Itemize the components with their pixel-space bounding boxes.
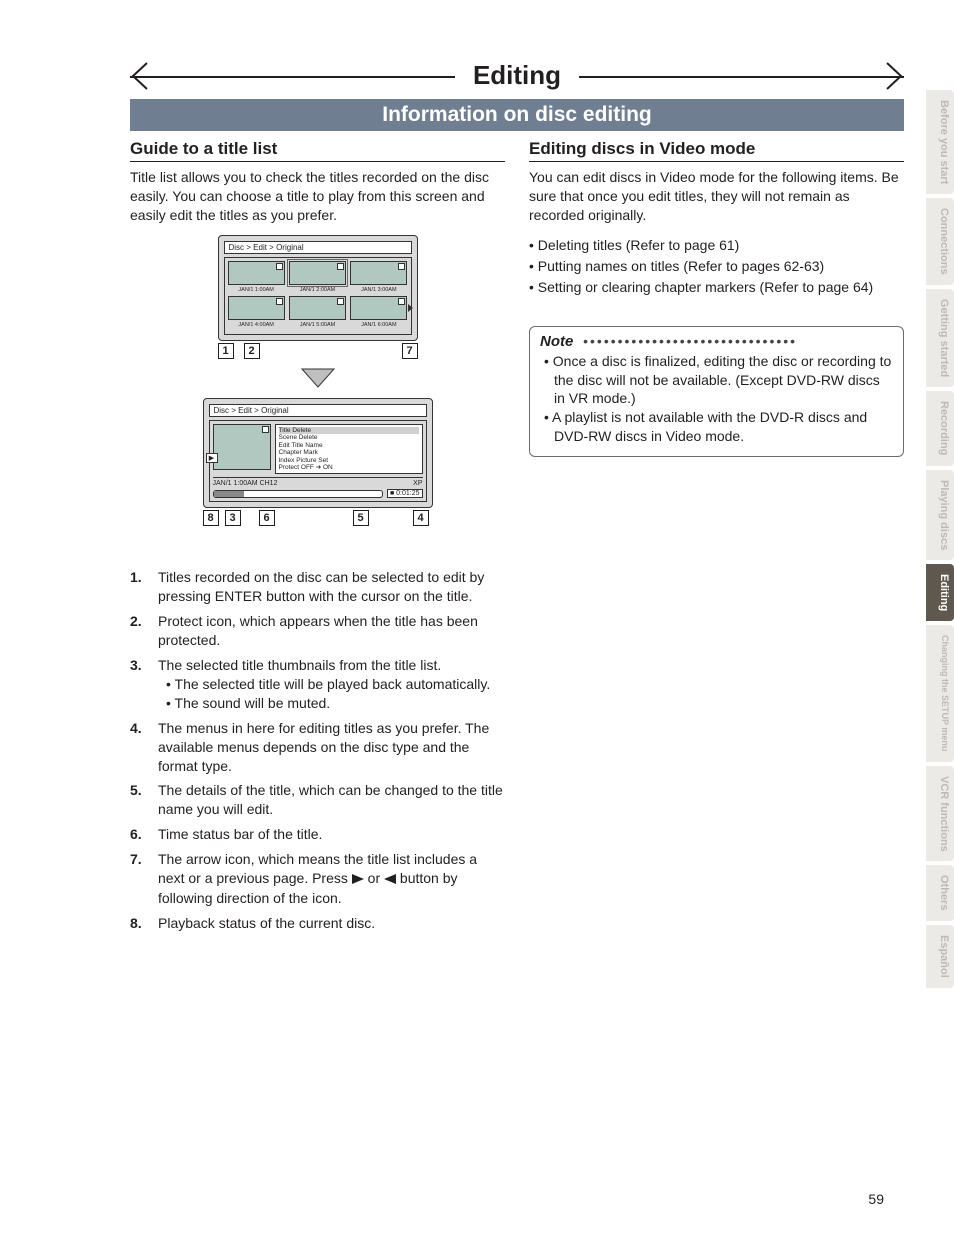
screen-breadcrumb: Disc > Edit > Original	[224, 241, 412, 254]
thumb-label: JAN/1 5:00AM	[289, 322, 346, 328]
callout-box: 7	[402, 343, 418, 359]
right-intro: You can edit discs in Video mode for the…	[529, 168, 904, 225]
selected-title-thumbnail	[213, 424, 271, 470]
right-subhead: Editing discs in Video mode	[529, 139, 904, 159]
protect-icon	[337, 263, 344, 270]
callout-box: 6	[259, 510, 275, 526]
callout-box: 8	[203, 510, 219, 526]
legend-text: Protect icon, which appears when the tit…	[158, 612, 505, 650]
tab-vcr-functions[interactable]: VCR functions	[926, 766, 954, 862]
section-title-bar: Information on disc editing	[130, 99, 904, 131]
time-display: ■ 0:01:25	[387, 489, 423, 498]
menu-item: Edit Title Name	[279, 442, 419, 449]
numbered-legend: 1.Titles recorded on the disc can be sel…	[130, 568, 505, 932]
note-item: A playlist is not available with the DVD…	[544, 408, 893, 446]
legend-text: The arrow icon, which means the title li…	[158, 850, 505, 908]
legend-text: The menus in here for editing titles as …	[158, 719, 505, 776]
menu-item: Scene Delete	[279, 434, 419, 441]
legend-text: The details of the title, which can be c…	[158, 781, 505, 819]
edit-menu: Title Delete Scene Delete Edit Title Nam…	[275, 424, 423, 475]
tab-playing-discs[interactable]: Playing discs	[926, 470, 954, 560]
legend-text: Titles recorded on the disc can be selec…	[158, 568, 505, 606]
callout-box: 5	[353, 510, 369, 526]
legend-subtext: • The selected title will be played back…	[158, 675, 505, 694]
time-status-bar	[213, 490, 383, 498]
thumb-label: JAN/1 1:00AM	[228, 287, 285, 293]
bullet-item: Deleting titles (Refer to page 61)	[529, 235, 904, 256]
bullet-item: Setting or clearing chapter markers (Ref…	[529, 277, 904, 298]
title-thumbnail-selected	[289, 261, 346, 285]
note-box: Note ••••••••••••••••••••••••••••••• Onc…	[529, 326, 904, 457]
tab-others[interactable]: Others	[926, 865, 954, 920]
recording-mode: XP	[413, 480, 422, 487]
menu-item: Index Picture Set	[279, 457, 419, 464]
menu-item: Chapter Mark	[279, 449, 419, 456]
chapter-title: Editing	[463, 60, 571, 91]
chapter-title-banner: Editing	[130, 60, 904, 91]
menu-item: Protect OFF ➔ ON	[279, 464, 419, 471]
thumb-label: JAN/1 6:00AM	[350, 322, 407, 328]
tab-getting-started[interactable]: Getting started	[926, 289, 954, 387]
note-title: Note	[540, 333, 573, 350]
title-thumbnail	[228, 296, 285, 320]
callout-box: 2	[244, 343, 260, 359]
title-details: JAN/1 1:00AM CH12	[213, 480, 278, 487]
bullet-item: Putting names on titles (Refer to pages …	[529, 256, 904, 277]
right-arrow-icon	[352, 870, 364, 889]
callout-box: 3	[225, 510, 241, 526]
left-arrow-icon	[384, 870, 396, 889]
callout-box: 1	[218, 343, 234, 359]
left-intro: Title list allows you to check the title…	[130, 168, 505, 225]
legend-text: Time status bar of the title.	[158, 825, 505, 844]
thumb-label: JAN/1 3:00AM	[350, 287, 407, 293]
legend-text: Playback status of the current disc.	[158, 914, 505, 933]
figure-title-list: Disc > Edit > Original JAN/1 1:00AM JAN/…	[218, 235, 418, 359]
thumb-label: JAN/1 4:00AM	[228, 322, 285, 328]
figure-title-detail: Disc > Edit > Original Title Delete Scen…	[203, 398, 433, 531]
next-page-arrow-icon	[408, 304, 413, 312]
title-thumbnail	[350, 296, 407, 320]
banner-right-ornament	[886, 61, 904, 91]
menu-item: Title Delete	[279, 427, 419, 434]
flow-arrow-icon	[130, 367, 505, 394]
legend-text: The selected title thumbnails from the t…	[158, 657, 441, 673]
tab-espanol[interactable]: Español	[926, 925, 954, 988]
title-thumbnail	[289, 296, 346, 320]
title-thumbnail	[228, 261, 285, 285]
side-tab-navigation: Before you start Connections Getting sta…	[926, 90, 954, 988]
callout-box: 4	[413, 510, 429, 526]
left-subhead: Guide to a title list	[130, 139, 505, 159]
tab-before-you-start[interactable]: Before you start	[926, 90, 954, 194]
tab-editing[interactable]: Editing	[926, 564, 954, 621]
right-bullet-list: Deleting titles (Refer to page 61) Putti…	[529, 235, 904, 298]
tab-recording[interactable]: Recording	[926, 391, 954, 465]
tab-setup-menu[interactable]: Changing the SETUP menu	[926, 625, 954, 761]
note-item: Once a disc is finalized, editing the di…	[544, 352, 893, 409]
thumb-label: JAN/1 2:00AM	[289, 287, 346, 293]
screen-breadcrumb: Disc > Edit > Original	[209, 404, 427, 417]
title-thumbnail	[350, 261, 407, 285]
playback-status-icon: ▶	[206, 453, 218, 463]
page-number: 59	[868, 1191, 884, 1207]
tab-connections[interactable]: Connections	[926, 198, 954, 285]
legend-subtext: • The sound will be muted.	[158, 694, 505, 713]
